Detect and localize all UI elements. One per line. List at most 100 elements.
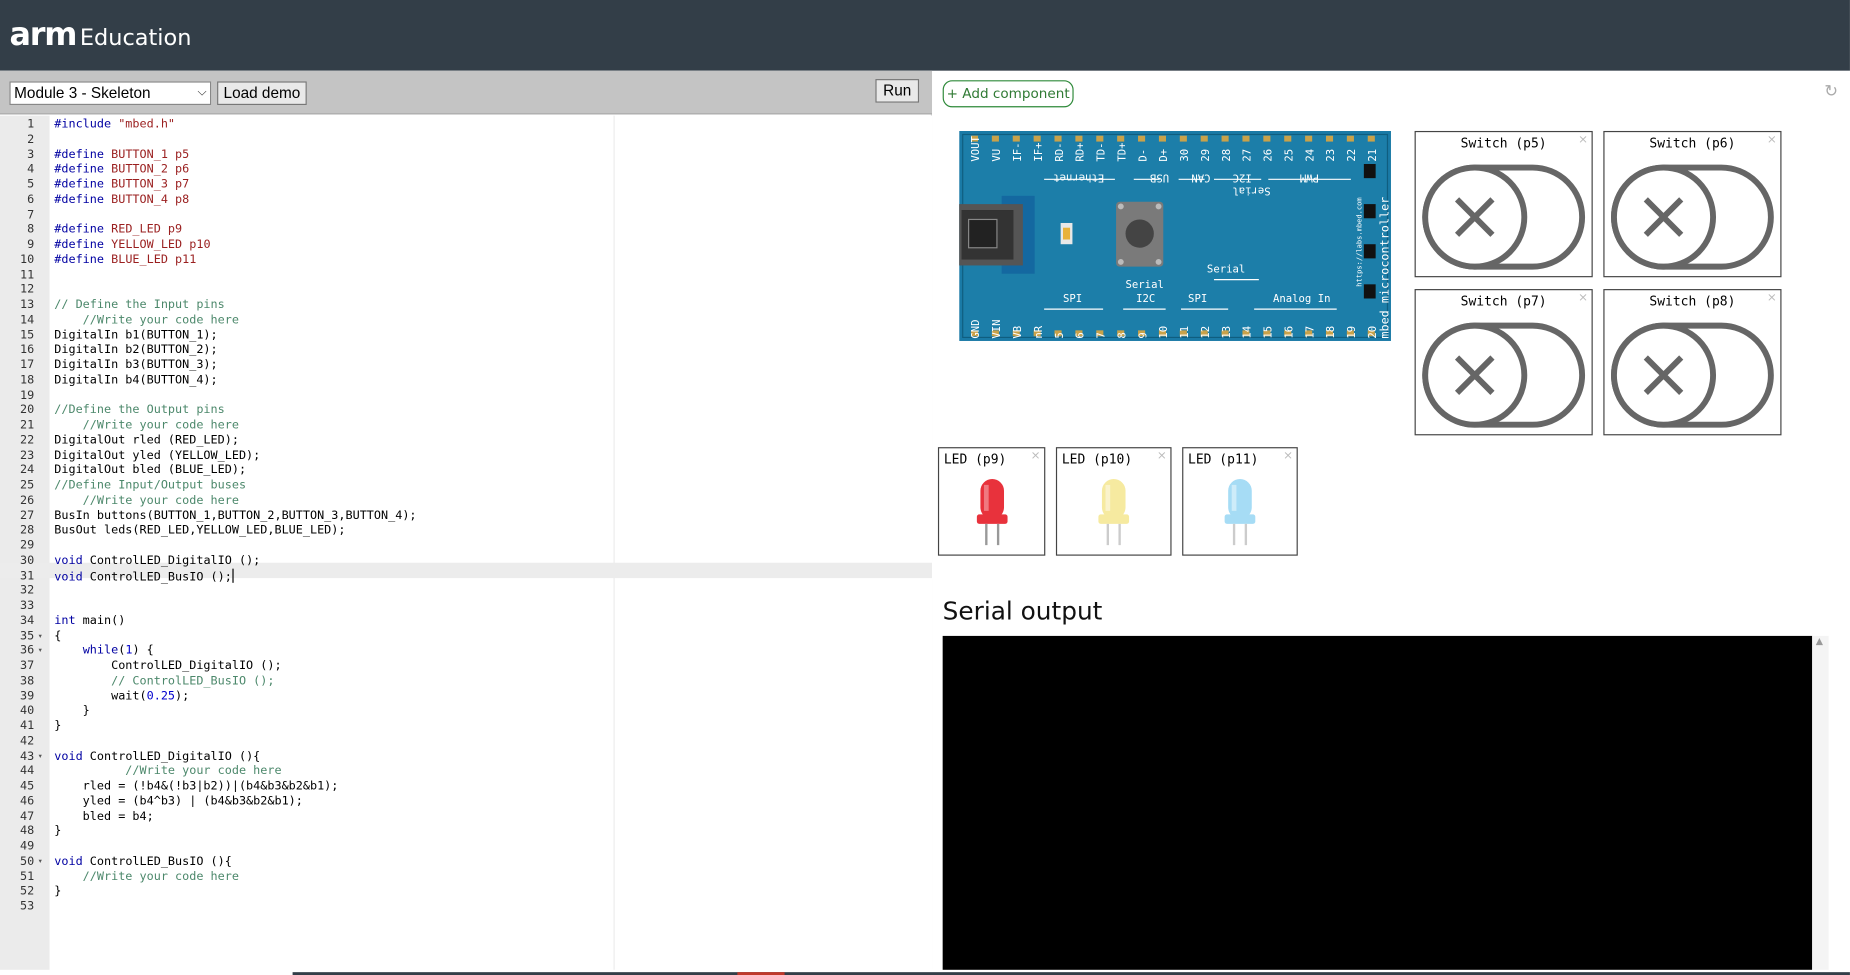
close-icon[interactable]: × [1157, 450, 1167, 463]
load-demo-button[interactable]: Load demo [217, 81, 307, 106]
code-line[interactable]: 13 // Define the Input pins [0, 297, 932, 312]
code-line[interactable]: 18 DigitalIn b4(BUTTON_4); [0, 373, 932, 388]
led-p11[interactable]: LED (p11) × [1182, 447, 1298, 556]
top-pin-label: 27 [1241, 149, 1254, 162]
pin-pad [1346, 135, 1354, 142]
code-line[interactable]: 44 //Write your code here [0, 764, 932, 779]
fold-arrow-icon[interactable]: ▾ [38, 749, 43, 764]
close-icon[interactable]: × [1767, 133, 1777, 146]
code-line[interactable]: 45 rled = (!b4&(!b3|b2))|(b4&b3&b2&b1); [0, 779, 932, 794]
line-code: } [54, 824, 62, 838]
code-line[interactable]: 51 //Write your code here [0, 869, 932, 884]
code-line[interactable]: 50 ▾ void ControlLED_BusIO (){ [0, 854, 932, 869]
serial-output-console[interactable] [942, 635, 1813, 975]
code-line[interactable]: 43 ▾ void ControlLED_DigitalIO (){ [0, 749, 932, 764]
code-line[interactable]: 36 ▾ while(1) { [0, 643, 932, 658]
code-line[interactable]: 28 BusOut leds(RED_LED,YELLOW_LED,BLUE_LE… [0, 523, 932, 538]
close-icon[interactable]: × [1031, 450, 1041, 463]
line-code: DigitalOut bled (BLUE_LED); [54, 463, 247, 477]
close-icon[interactable]: × [1767, 291, 1777, 304]
code-line[interactable]: 24 DigitalOut bled (BLUE_LED); [0, 463, 932, 478]
line-code: rled = (!b4&(!b3|b2))|(b4&b3&b2&b1); [54, 779, 339, 793]
code-line[interactable]: 23 DigitalOut yled (YELLOW_LED); [0, 448, 932, 463]
label-i2c-bottom: I2C [1136, 292, 1155, 305]
code-line[interactable]: 29 [0, 538, 932, 553]
code-line[interactable]: 15 DigitalIn b1(BUTTON_1); [0, 327, 932, 342]
code-line[interactable]: 30 void ControlLED_DigitalIO (); [0, 553, 932, 568]
label-ethernet: Ethernet [1053, 172, 1104, 185]
line-number: 53 [20, 900, 35, 914]
code-line[interactable]: 4 #define BUTTON_2 p6 [0, 162, 932, 177]
fold-arrow-icon[interactable]: ▾ [38, 854, 43, 869]
label-serial-bottom: Serial [1126, 278, 1164, 291]
code-line[interactable]: 22 DigitalOut rled (RED_LED); [0, 433, 932, 448]
code-line[interactable]: 5 #define BUTTON_3 p7 [0, 177, 932, 192]
code-line[interactable]: 11 [0, 267, 932, 282]
close-icon[interactable]: × [1283, 450, 1293, 463]
code-editor[interactable]: 1 #include "mbed.h" 2 3 #define BUTTON_1 p5 4… [0, 115, 933, 975]
code-line[interactable]: 26 //Write your code here [0, 493, 932, 508]
code-line[interactable]: 52} [0, 884, 932, 899]
code-line[interactable]: 47 bled = b4; [0, 809, 932, 824]
scroll-up-icon[interactable]: ▲ [1816, 636, 1823, 647]
add-component-button[interactable]: + Add component [942, 80, 1074, 108]
switch-p8[interactable]: Switch (p8) × [1603, 289, 1782, 436]
code-line[interactable]: 31 void ControlLED_BusIO (); [0, 568, 932, 583]
module-select-value: Module 3 - Skeleton [14, 83, 151, 102]
code-line[interactable]: 8 #define RED_LED p9 [0, 222, 932, 237]
code-line[interactable]: 40 } [0, 703, 932, 718]
line-number: 35 [20, 629, 35, 643]
switch-p7[interactable]: Switch (p7) × [1414, 289, 1593, 436]
code-line[interactable]: 16 DigitalIn b2(BUTTON_2); [0, 342, 932, 357]
code-line[interactable]: 39 wait(0.25); [0, 688, 932, 703]
close-icon[interactable]: × [1578, 133, 1588, 146]
usb-connector [952, 204, 1023, 266]
board-side-text: mbed microcontroller [1378, 197, 1391, 339]
code-line[interactable]: 46 yled = (b4^b3) | (b4&b3&b2&b1); [0, 794, 932, 809]
code-line[interactable]: 32 [0, 583, 932, 598]
line-code: } [54, 885, 62, 899]
code-line[interactable]: 35 ▾ { [0, 628, 932, 643]
code-line[interactable]: 19 [0, 388, 932, 403]
code-line[interactable]: 14 //Write your code here [0, 312, 932, 327]
close-icon[interactable]: × [1578, 291, 1588, 304]
code-line[interactable]: 9 #define YELLOW_LED p10 [0, 237, 932, 252]
editor-pane: Module 3 - Skeleton ⌵ Load demo Run 1 #in… [0, 70, 933, 975]
code-line[interactable]: 41} [0, 718, 932, 733]
bottom-pin-label: 10 [1157, 326, 1170, 339]
fold-arrow-icon[interactable]: ▾ [38, 643, 43, 658]
code-line[interactable]: 27 BusIn buttons(BUTTON_1,BUTTON_2,BUTTON… [0, 508, 932, 523]
code-line[interactable]: 6 #define BUTTON_4 p8 [0, 192, 932, 207]
code-line[interactable]: 10 #define BLUE_LED p11 [0, 252, 932, 267]
code-line[interactable]: 3 #define BUTTON_1 p5 [0, 147, 932, 162]
code-line[interactable]: 1 #include "mbed.h" [0, 117, 932, 132]
code-line[interactable]: 42 [0, 734, 932, 749]
code-line[interactable]: 49 [0, 839, 932, 854]
code-line[interactable]: 48} [0, 824, 932, 839]
module-select[interactable]: Module 3 - Skeleton ⌵ [9, 81, 212, 106]
serial-scrollbar[interactable]: ▲ [1812, 635, 1829, 975]
fold-arrow-icon[interactable]: ▾ [38, 628, 43, 643]
led-bulb-icon [1098, 478, 1130, 546]
code-line[interactable]: 37 ControlLED_DigitalIO (); [0, 658, 932, 673]
code-line[interactable]: 33 [0, 598, 932, 613]
line-number: 42 [20, 734, 35, 748]
code-line[interactable]: 12 [0, 282, 932, 297]
code-line[interactable]: 2 [0, 132, 932, 147]
refresh-icon[interactable]: ↻ [1824, 83, 1838, 102]
code-line[interactable]: 38 // ControlLED_BusIO (); [0, 673, 932, 688]
code-line[interactable]: 20 //Define the Output pins [0, 403, 932, 418]
switch-p6[interactable]: Switch (p6) × [1603, 130, 1782, 278]
led-p9[interactable]: LED (p9) × [937, 447, 1046, 556]
switch-p5[interactable]: Switch (p5) × [1414, 130, 1593, 278]
code-line[interactable]: 17 DigitalIn b3(BUTTON_3); [0, 357, 932, 372]
code-line[interactable]: 7 [0, 207, 932, 222]
code-line[interactable]: 25 //Define Input/Output buses [0, 478, 932, 493]
code-line[interactable]: 34 int main() [0, 613, 932, 628]
code-line[interactable]: 53 [0, 899, 932, 914]
led-p10[interactable]: LED (p10) × [1055, 447, 1172, 556]
line-code: #define BUTTON_1 p5 [54, 148, 190, 162]
run-button[interactable]: Run [875, 79, 920, 103]
line-number: 52 [20, 885, 35, 899]
code-line[interactable]: 21 //Write your code here [0, 418, 932, 433]
